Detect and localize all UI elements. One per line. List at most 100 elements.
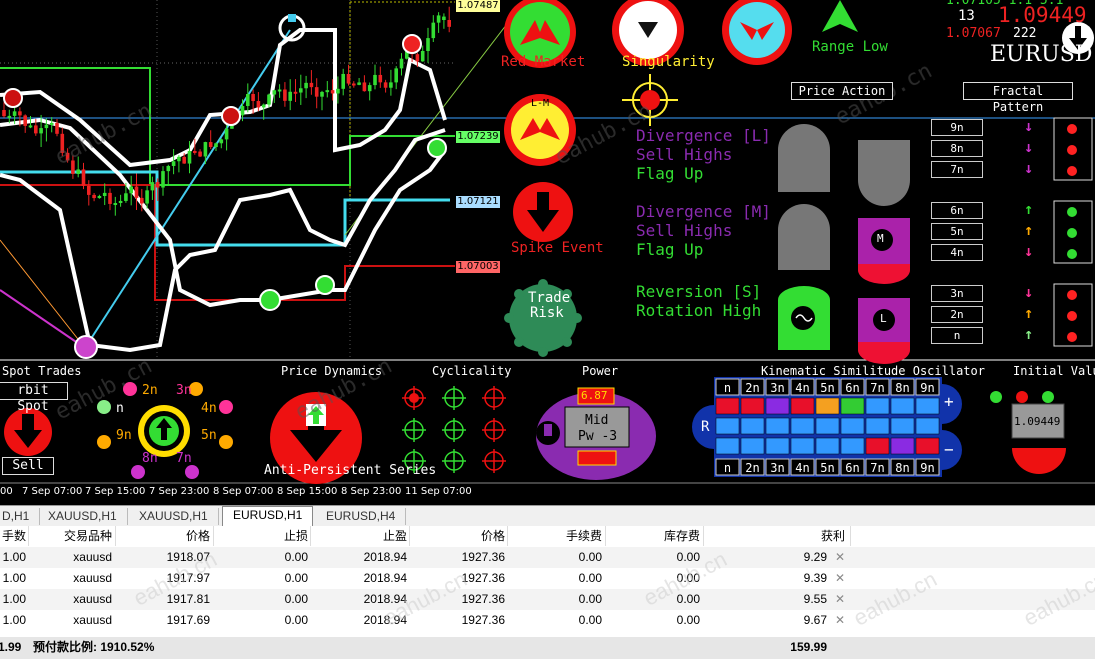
table-header-cell[interactable]: 价格 bbox=[120, 526, 210, 547]
table-cell: 0.00 bbox=[676, 613, 700, 627]
arrow-down-icon: ↓ bbox=[1024, 283, 1034, 301]
kso-cell bbox=[915, 397, 940, 415]
close-position-icon[interactable]: ✕ bbox=[832, 589, 848, 610]
footer-margin-level: 预付款比例: 1910.52% bbox=[33, 640, 155, 654]
fractal-level-box: 8n bbox=[931, 140, 983, 157]
table-cell: 1917.97 bbox=[166, 571, 210, 585]
fractal-level-box: 6n bbox=[931, 202, 983, 219]
low-count: 222 bbox=[1013, 26, 1037, 41]
kso-header-cell: 8n bbox=[895, 381, 909, 395]
table-header-cell[interactable]: 手续费 bbox=[510, 526, 602, 547]
cyclicality-title: Cyclicality bbox=[432, 364, 512, 378]
chart-tab[interactable]: XAUUSD,H1 bbox=[38, 508, 128, 525]
fractal-pattern-button[interactable]: Fractal Pattern bbox=[963, 82, 1073, 114]
reversion-l-badge bbox=[858, 298, 910, 364]
chart-tab[interactable]: EURUSD,H4 bbox=[316, 508, 407, 525]
kso-cell bbox=[865, 437, 890, 455]
close-position-icon[interactable]: ✕ bbox=[832, 610, 848, 631]
kso-plus[interactable]: + bbox=[944, 392, 954, 411]
arrow-up-icon: ↑ bbox=[1024, 200, 1034, 218]
spike-event-icon bbox=[513, 182, 573, 242]
table-header-cell[interactable]: 交易品种 bbox=[30, 526, 112, 547]
fractal-level-box: 5n bbox=[931, 223, 983, 240]
initial-price: 1.09449 bbox=[1014, 415, 1061, 428]
table-cell: 1.00 bbox=[2, 571, 26, 585]
divergence-m-line2: Sell Highs bbox=[636, 221, 733, 240]
kso-cell bbox=[740, 397, 765, 415]
kso-footer-cell: 4n bbox=[795, 461, 809, 475]
table-cell: 9.39 bbox=[803, 571, 827, 585]
table-header-cell[interactable]: 止损 bbox=[215, 526, 308, 547]
chart-marker-green-3 bbox=[259, 289, 281, 311]
table-header-cell[interactable]: 止盈 bbox=[313, 526, 407, 547]
chart-tab[interactable]: D,H1 bbox=[0, 508, 41, 525]
trade-risk-label-1: Trade bbox=[528, 290, 571, 306]
orbit-label: 4n bbox=[201, 401, 217, 416]
arrow-up-icon: ↑ bbox=[1024, 221, 1034, 239]
orbit-spot-button[interactable]: rbit Spot bbox=[0, 382, 68, 414]
table-row[interactable]: 1.00 xauusd 1918.07 0.00 2018.94 1927.36 0.00 0… bbox=[0, 547, 1095, 568]
kso-minus[interactable]: − bbox=[944, 440, 954, 459]
price-action-button[interactable]: Price Action bbox=[791, 82, 893, 100]
table-cell: xauusd bbox=[73, 550, 112, 564]
close-position-icon[interactable]: ✕ bbox=[832, 568, 848, 589]
initial-value-title: Initial Valu bbox=[1013, 364, 1095, 378]
chart-marker-purple bbox=[74, 335, 98, 359]
table-cell: 0.00 bbox=[578, 550, 602, 564]
time-axis-label: 8 Sep 15:00 bbox=[277, 486, 338, 497]
table-cell: 1918.07 bbox=[166, 550, 210, 564]
table-cell: 0.00 bbox=[284, 571, 308, 585]
table-header-cell[interactable]: 库存费 bbox=[607, 526, 700, 547]
fractal-dot bbox=[1067, 166, 1077, 176]
time-axis-label: 7 Sep 23:00 bbox=[149, 486, 210, 497]
reversion-line1: Reversion [S] bbox=[636, 282, 762, 301]
initial-value-panel bbox=[990, 391, 1066, 474]
table-cell: 1927.36 bbox=[461, 571, 505, 585]
table-cell: 0.00 bbox=[578, 571, 602, 585]
fractal-dot bbox=[1067, 207, 1077, 217]
power-value: 6.87 bbox=[581, 389, 608, 402]
sell-button[interactable]: Sell bbox=[2, 457, 54, 475]
kso-header-cell: 9n bbox=[920, 381, 934, 395]
range-low-label: Range Low bbox=[812, 39, 888, 55]
table-header-cell[interactable]: 获利 bbox=[705, 526, 845, 547]
table-cell: 0.00 bbox=[284, 550, 308, 564]
orbit-label: 5n bbox=[201, 428, 217, 443]
chart-marker-green-2 bbox=[315, 275, 335, 295]
table-header-cell[interactable]: 价格 bbox=[412, 526, 505, 547]
kso-cell bbox=[865, 397, 890, 415]
singularity-label: Singularity bbox=[622, 54, 715, 70]
time-axis-label: 7 Sep 15:00 bbox=[85, 486, 146, 497]
table-row[interactable]: 1.00 xauusd 1917.81 0.00 2018.94 1927.36 0.00 0… bbox=[0, 589, 1095, 610]
reversion-line2: Rotation High bbox=[636, 301, 762, 320]
table-row[interactable]: 1.00 xauusd 1917.69 0.00 2018.94 1927.36 0.00 0… bbox=[0, 610, 1095, 631]
divergence-l-shape bbox=[778, 124, 830, 192]
fractal-dot bbox=[1067, 332, 1077, 342]
cyclicality-grid bbox=[402, 386, 506, 473]
spot-trades-title: Spot Trades bbox=[2, 364, 82, 378]
time-axis-label: 8 Sep 23:00 bbox=[341, 486, 402, 497]
table-cell: 0.00 bbox=[284, 592, 308, 606]
kso-cell bbox=[715, 417, 740, 435]
power-title: Power bbox=[582, 364, 619, 378]
kso-cell bbox=[790, 417, 815, 435]
kso-footer-cell: 8n bbox=[895, 461, 909, 475]
close-position-icon[interactable]: ✕ bbox=[832, 547, 848, 568]
table-cell: 1.00 bbox=[2, 550, 26, 564]
chart-marker-sell-2 bbox=[221, 106, 241, 126]
kso-cell bbox=[740, 437, 765, 455]
table-cell: 2018.94 bbox=[363, 571, 407, 585]
chart-tab[interactable]: EURUSD,H1 bbox=[222, 506, 314, 527]
price-dynamics-title: Price Dynamics bbox=[281, 364, 383, 378]
table-cell: xauusd bbox=[73, 613, 112, 627]
price-tag-cyan: 1.07121 bbox=[456, 196, 500, 208]
table-header-cell[interactable]: 手数 bbox=[0, 526, 26, 547]
price-tag-red: 1.07003 bbox=[456, 261, 500, 273]
table-cell: 2018.94 bbox=[363, 613, 407, 627]
chart-marker-red-top bbox=[402, 34, 422, 54]
chart-tab[interactable]: XAUUSD,H1 bbox=[129, 508, 219, 525]
kso-cell bbox=[765, 437, 790, 455]
table-row[interactable]: 1.00 xauusd 1917.97 0.00 2018.94 1927.36 0.00 0… bbox=[0, 568, 1095, 589]
spike-event-label: Spike Event bbox=[511, 240, 604, 256]
table-cell: 1917.69 bbox=[166, 613, 210, 627]
